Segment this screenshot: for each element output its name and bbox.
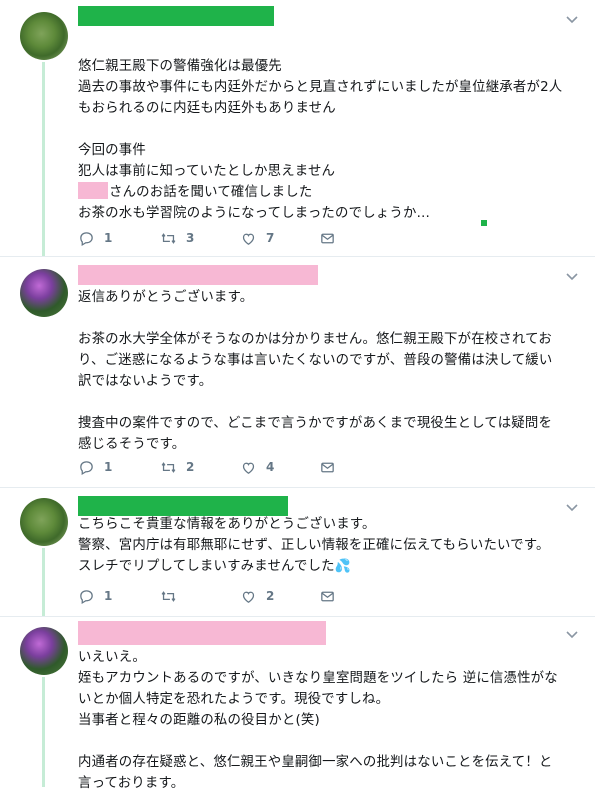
retweet-count: 3 [186,231,195,245]
text-line: こちらこそ貴重な情報をありがとうございます。 [78,517,376,532]
dm-icon [321,591,334,601]
text-line: スレチでリプしてしまいすみませんでした💦 [78,556,578,577]
reply-count: 1 [104,460,113,474]
chevron-down-icon[interactable] [565,12,579,26]
reply-button[interactable]: 1 [78,457,112,477]
text-line: もおられるのに内廷も内廷外もありません [78,101,336,116]
text-line: お茶の水大学全体がそうなのかは分かりません。悠仁親王殿下が在校されてお [78,332,552,347]
tweet-actions: 1 3 7 [78,228,378,248]
reply-icon [80,589,93,604]
tweet-text: 返信ありがとうございます。 お茶の水大学全体がそうなのかは分かりません。悠仁親王… [78,287,578,455]
text-line: 姪もアカウントあるのですが、いきなり皇室問題をツイしたら 逆に信憑性がな [78,671,558,686]
retweet-button[interactable] [160,586,186,606]
text-line: 警察、宮内庁は有耶無耶にせず、正しい情報を正確に伝えてもらいたいです。 [78,538,550,553]
like-button[interactable]: 4 [240,457,274,477]
text-line: 過去の事故や事件にも内廷外だからと見直されずにいましたが皇位継承者が2人 [78,80,563,95]
text-line: 悠仁親王殿下の警備強化は最優先 [78,59,282,74]
redacted-username [78,621,326,645]
text-line: 内通者の存在疑惑と、悠仁親王や皇嗣御一家への批判はないことを伝えて！と [78,755,553,770]
tweet-text: 悠仁親王殿下の警備強化は最優先 過去の事故や事件にも内廷外だからと見直されずにい… [78,56,578,224]
reply-button[interactable]: 1 [78,228,112,248]
tweet-3[interactable]: こちらこそ貴重な情報をありがとうございます。 警察、宮内庁は有耶無耶にせず、正し… [0,488,595,616]
green-marker [481,220,487,226]
reply-icon [80,231,93,246]
reply-count: 1 [104,589,113,603]
text-line: 犯人は事前に知っていたとしか思えません [78,164,336,179]
chevron-down-icon[interactable] [565,500,579,514]
redacted-username [78,265,318,285]
retweet-count: 2 [186,460,195,474]
avatar[interactable] [20,627,68,675]
avatar[interactable] [20,12,68,60]
text-line: 捜査中の案件ですので、どこまで言うかですがあくまで現役生としては疑問を [78,416,553,431]
chevron-down-icon[interactable] [565,627,579,641]
like-count: 2 [266,589,275,603]
dm-button[interactable] [319,586,345,606]
redacted-username [78,496,288,516]
dm-button[interactable] [319,228,345,248]
redacted-name [78,182,108,199]
chevron-down-icon[interactable] [565,269,579,283]
tweet-actions: 1 2 4 [78,457,378,477]
reply-count: 1 [104,231,113,245]
text-line: いとか個人特定を恐れたようです。現役ですしね。 [78,692,390,707]
like-button[interactable]: 2 [240,586,274,606]
like-icon [242,462,255,474]
like-count: 7 [266,231,275,245]
tweet-text: こちらこそ貴重な情報をありがとうございます。 警察、宮内庁は有耶無耶にせず、正し… [78,514,578,577]
reply-button[interactable]: 1 [78,586,112,606]
avatar[interactable] [20,498,68,546]
text-line: 言っております。 [78,776,185,791]
retweet-icon [161,461,176,473]
text-line: お茶の水も学習院のようになってしまったのでしょうか… [78,206,431,221]
avatar[interactable] [20,269,68,317]
dm-icon [321,462,334,472]
tweet-4[interactable]: いえいえ。 姪もアカウントあるのですが、いきなり皇室問題をツイしたら 逆に信憑性… [0,617,595,791]
text-line: 感じるそうです。 [78,437,186,452]
like-icon [242,233,255,245]
tweet-text: いえいえ。 姪もアカウントあるのですが、いきなり皇室問題をツイしたら 逆に信憑性… [78,647,578,794]
tweet-actions: 1 2 [78,586,378,606]
dm-button[interactable] [319,457,345,477]
text-line: 当事者と程々の距離の私の役目かと(笑) [78,713,320,728]
like-icon [242,591,255,603]
sweat-droplets-icon: 💦 [334,559,352,574]
thread-line [42,548,45,616]
retweet-icon [161,232,176,244]
retweet-button[interactable]: 3 [160,228,194,248]
text-line: いえいえ。 [78,650,146,665]
text-line: 返信ありがとうございます。 [78,290,254,305]
text-line: 今回の事件 [78,143,146,158]
retweet-icon [161,590,176,602]
text-line: り、ご迷惑になるような事は言いたくないのですが、普段の警備は決して緩い [78,353,553,368]
thread-line [42,677,45,787]
redacted-username [78,6,274,26]
tweet-2[interactable]: 返信ありがとうございます。 お茶の水大学全体がそうなのかは分かりません。悠仁親王… [0,257,595,487]
like-button[interactable]: 7 [240,228,274,248]
tweet-1[interactable]: 悠仁親王殿下の警備強化は最優先 過去の事故や事件にも内廷外だからと見直されずにい… [0,0,595,256]
like-count: 4 [266,460,275,474]
text-line: 訳ではないようです。 [78,374,213,389]
retweet-button[interactable]: 2 [160,457,194,477]
text-line: さんのお話を聞いて確信しました [78,182,578,203]
dm-icon [321,233,334,243]
reply-icon [80,460,93,475]
thread-line [42,62,45,256]
